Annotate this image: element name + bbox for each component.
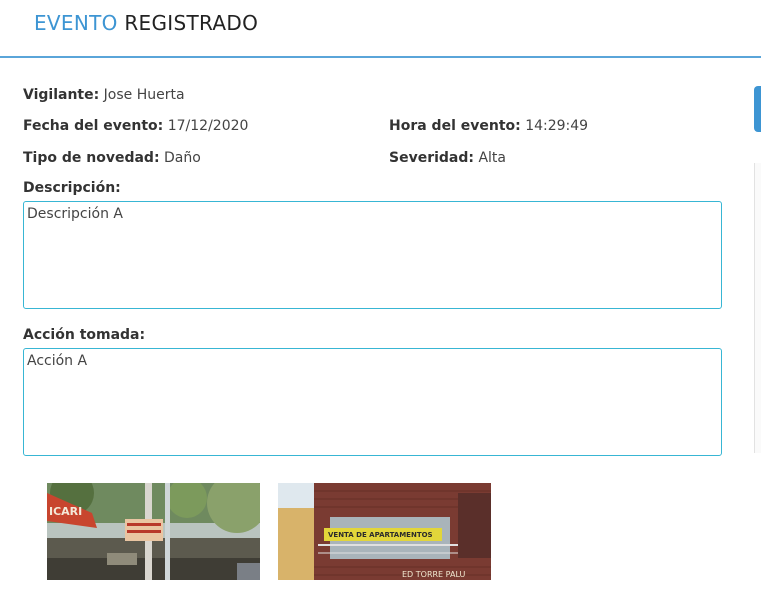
title-rest: REGISTRADO xyxy=(124,11,259,35)
photo-thumbnail-2[interactable]: VENTA DE APARTAMENTOS ED TORRE PALU xyxy=(278,483,491,580)
building-sign-text: VENTA DE APARTAMENTOS xyxy=(328,531,433,539)
type-label: Tipo de novedad: xyxy=(23,150,160,166)
date-field: Fecha del evento: 17/12/2020 xyxy=(23,117,248,135)
building-facade-text: ED TORRE PALU xyxy=(402,570,466,579)
severity-field: Severidad: Alta xyxy=(389,149,506,167)
severity-value: Alta xyxy=(478,150,506,166)
side-panel-edge xyxy=(754,163,761,453)
guard-value: Jose Huerta xyxy=(103,87,185,103)
photo-thumbnail-1[interactable]: ICARI xyxy=(47,483,260,580)
action-textarea[interactable]: Acción A xyxy=(23,348,722,456)
street-photo-image: ICARI xyxy=(47,483,260,580)
time-value: 14:29:49 xyxy=(525,118,589,134)
building-photo-image: VENTA DE APARTAMENTOS ED TORRE PALU xyxy=(278,483,491,580)
severity-label: Severidad: xyxy=(389,150,474,166)
side-panel-tab[interactable] xyxy=(754,86,761,132)
guard-field: Vigilante: Jose Huerta xyxy=(23,86,185,104)
street-sign-text: ICARI xyxy=(49,505,82,518)
time-field: Hora del evento: 14:29:49 xyxy=(389,117,588,135)
page-title: EVENTO REGISTRADO xyxy=(34,11,258,35)
description-textarea[interactable]: Descripción A xyxy=(23,201,722,309)
type-field: Tipo de novedad: Daño xyxy=(23,149,201,167)
time-label: Hora del evento: xyxy=(389,118,521,134)
page-header: EVENTO REGISTRADO xyxy=(0,0,761,58)
type-value: Daño xyxy=(164,150,201,166)
date-value: 17/12/2020 xyxy=(167,118,249,134)
description-label: Descripción: xyxy=(23,180,121,196)
guard-label: Vigilante: xyxy=(23,87,100,103)
title-accent: EVENTO xyxy=(34,11,118,35)
action-label: Acción tomada: xyxy=(23,327,146,343)
date-label: Fecha del evento: xyxy=(23,118,164,134)
